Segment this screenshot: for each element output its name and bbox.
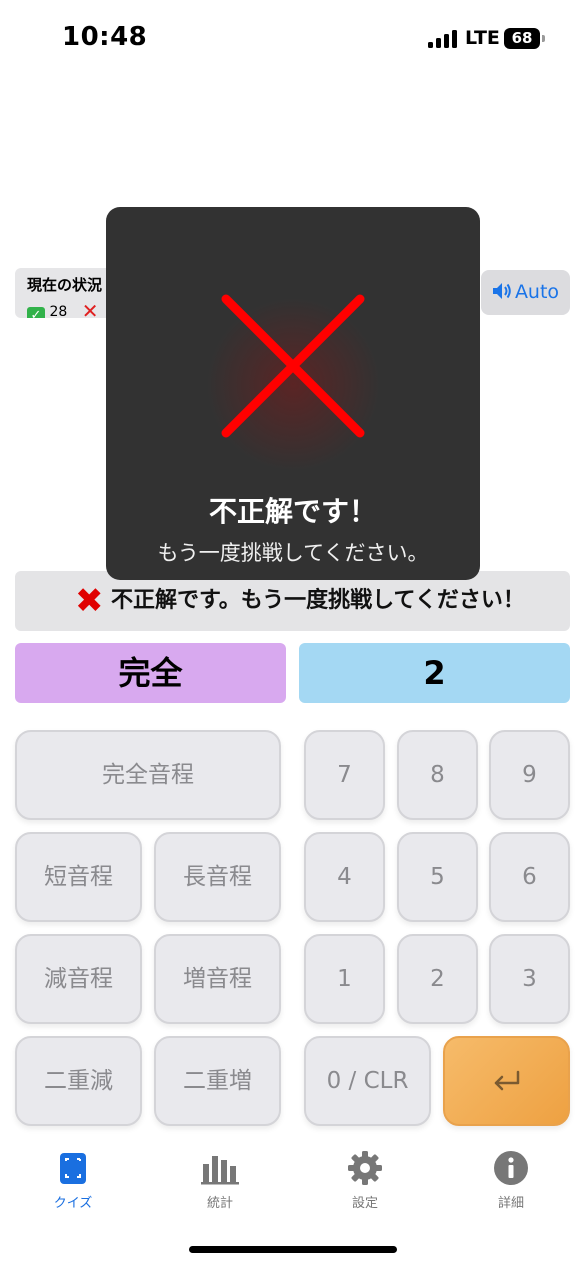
status-time: 10:48 (62, 22, 148, 52)
status-bar: 10:48 LTE 68 (0, 0, 585, 80)
tab-settings-label: 設定 (351, 1196, 378, 1211)
auto-label: Auto (514, 281, 560, 303)
key-augmented-interval[interactable]: 増音程 (154, 934, 281, 1024)
incorrect-overlay[interactable]: 不正解です！ もう一度挑戦してください。 (106, 207, 480, 580)
feedback-message: 不正解です。もう一度挑戦してください！ (111, 588, 525, 613)
battery-icon: 68 (504, 28, 540, 49)
return-icon (490, 1063, 524, 1098)
network-type: LTE (465, 27, 500, 49)
key-4[interactable]: 4 (304, 832, 385, 922)
gear-icon (348, 1151, 382, 1185)
tab-settings[interactable]: 設定 (320, 1150, 410, 1211)
check-icon: ✓ (27, 307, 45, 318)
enter-button[interactable] (443, 1036, 570, 1126)
key-major-interval[interactable]: 長音程 (154, 832, 281, 922)
battery-level: 68 (511, 29, 533, 47)
key-minor-interval[interactable]: 短音程 (15, 832, 142, 922)
speaker-icon (492, 270, 512, 315)
key-2[interactable]: 2 (397, 934, 478, 1024)
overlay-title: 不正解です！ (208, 495, 377, 528)
key-zero-clear[interactable]: 0 / CLR (304, 1036, 431, 1126)
cross-icon: ✕ (81, 299, 99, 318)
tab-details[interactable]: 詳細 (466, 1150, 556, 1211)
signal-icon (428, 30, 458, 48)
cross-icon: ✖ (75, 581, 104, 621)
home-indicator[interactable] (189, 1246, 397, 1253)
auto-audio-button[interactable]: Auto (481, 270, 570, 315)
info-icon (494, 1151, 528, 1185)
battery-cap (542, 35, 545, 42)
key-1[interactable]: 1 (304, 934, 385, 1024)
answer-quality-display: 完全 (15, 643, 286, 703)
key-double-diminished[interactable]: 二重減 (15, 1036, 142, 1126)
key-3[interactable]: 3 (489, 934, 570, 1024)
cross-icon (221, 294, 365, 438)
chart-icon (201, 1156, 239, 1185)
answer-number-display: 2 (299, 643, 570, 703)
key-8[interactable]: 8 (397, 730, 478, 820)
tab-quiz[interactable]: クイズ (28, 1150, 118, 1211)
key-diminished-interval[interactable]: 減音程 (15, 934, 142, 1024)
overlay-message: もう一度挑戦してください。 (157, 541, 429, 565)
key-double-augmented[interactable]: 二重増 (154, 1036, 281, 1126)
key-6[interactable]: 6 (489, 832, 570, 922)
tab-statistics[interactable]: 統計 (175, 1150, 265, 1211)
key-perfect-interval[interactable]: 完全音程 (15, 730, 281, 820)
key-9[interactable]: 9 (489, 730, 570, 820)
feedback-bar: ✖ 不正解です。もう一度挑戦してください！ (15, 571, 570, 631)
key-5[interactable]: 5 (397, 832, 478, 922)
tab-quiz-label: クイズ (53, 1196, 93, 1211)
quiz-icon (60, 1153, 86, 1184)
key-7[interactable]: 7 (304, 730, 385, 820)
correct-count: 28 (49, 304, 68, 318)
tab-details-label: 詳細 (497, 1196, 524, 1211)
tab-statistics-label: 統計 (206, 1196, 233, 1211)
